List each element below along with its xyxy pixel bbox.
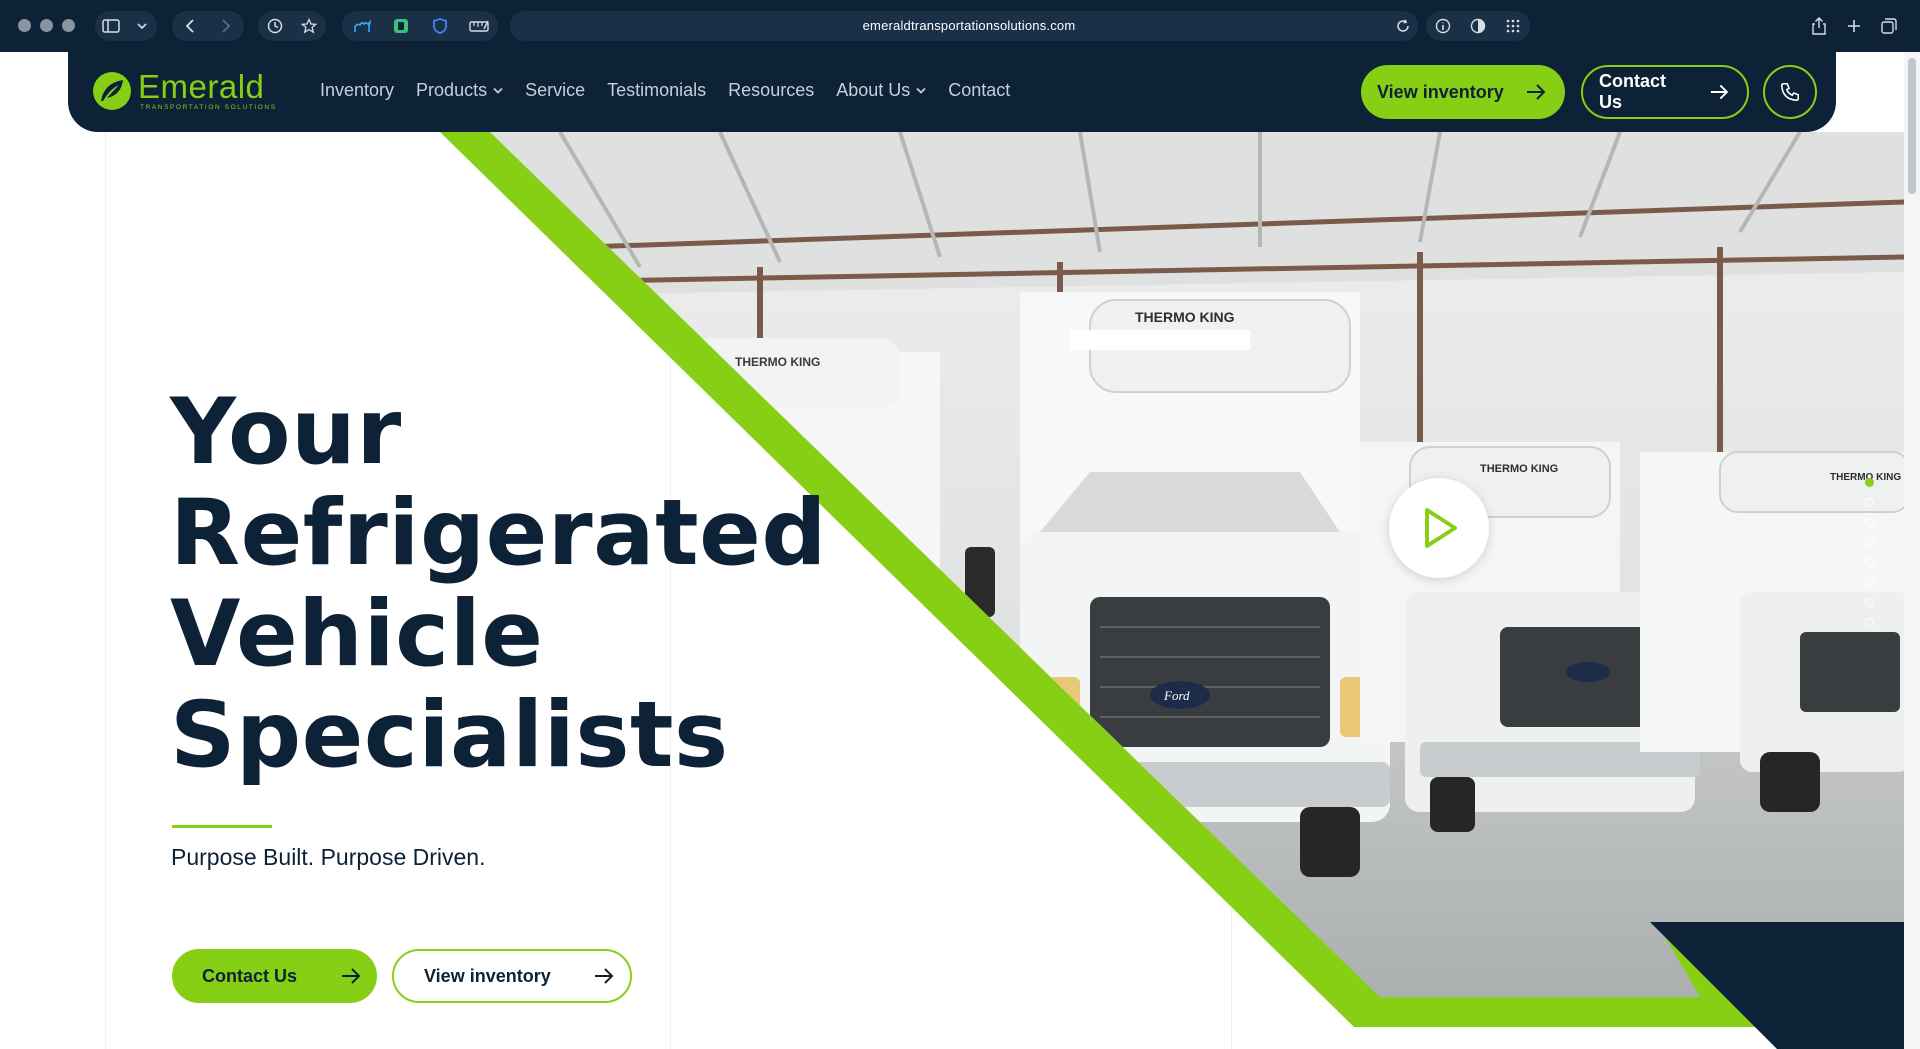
- slide-indicator: [1865, 478, 1874, 627]
- logo-text: Emerald TRANSPORTATION SOLUTIONS: [138, 70, 277, 111]
- extensions-group: [342, 11, 498, 41]
- arrow-right-icon: [1711, 84, 1729, 100]
- back-arrow-icon[interactable]: [177, 13, 203, 39]
- slide-dot[interactable]: [1865, 538, 1874, 547]
- page-scrollbar[interactable]: [1904, 52, 1920, 1049]
- browser-toolbar: A A emeraldtransportationsolutions.com: [0, 0, 1920, 52]
- star-icon[interactable]: [296, 13, 322, 39]
- contrast-icon[interactable]: [1465, 13, 1491, 39]
- close-window-button[interactable]: [18, 19, 31, 32]
- chevron-down-icon[interactable]: [129, 13, 155, 39]
- headline-line: Refrigerated: [170, 481, 827, 586]
- camel-extension-icon[interactable]: [349, 13, 375, 39]
- play-icon: [1425, 508, 1457, 548]
- page-tools-group: [1426, 11, 1530, 41]
- button-label: Contact Us: [202, 965, 298, 986]
- main-menu: Inventory Products Service Testimonials …: [320, 80, 1010, 101]
- scroll-thumb[interactable]: [1908, 58, 1916, 194]
- slide-dot[interactable]: [1865, 518, 1874, 527]
- reload-icon[interactable]: [1390, 13, 1416, 39]
- menu-item-contact[interactable]: Contact: [948, 80, 1010, 101]
- truck-unit-label: THERMO KING: [1480, 463, 1558, 475]
- menu-item-label: About Us: [836, 80, 911, 100]
- share-icon[interactable]: [1806, 13, 1832, 39]
- button-label: View inventory: [1377, 81, 1504, 102]
- arrow-right-icon: [342, 968, 361, 984]
- web-page: THERMO KING THERMO KING Ford THERMO KING…: [0, 52, 1904, 1049]
- header-contact-us-button[interactable]: Contact Us: [1581, 65, 1749, 119]
- sidebar-icon[interactable]: [98, 13, 124, 39]
- ruler-extension-icon[interactable]: [466, 13, 492, 39]
- phone-button[interactable]: [1763, 65, 1817, 119]
- slide-dot[interactable]: [1865, 558, 1874, 567]
- menu-item-label: Inventory: [320, 80, 395, 100]
- hero-tagline: Purpose Built. Purpose Driven.: [171, 844, 486, 870]
- tab-overview-icon[interactable]: [1876, 13, 1902, 39]
- play-video-button[interactable]: [1389, 478, 1489, 578]
- button-label: Contact Us: [1599, 71, 1666, 112]
- slide-dot[interactable]: [1865, 478, 1874, 487]
- green-extension-icon[interactable]: [388, 13, 414, 39]
- headline-divider: [172, 825, 272, 828]
- header-view-inventory-button[interactable]: View inventory: [1361, 65, 1565, 119]
- chevron-down-icon: [493, 87, 503, 94]
- menu-item-about-us[interactable]: About Us: [836, 80, 926, 101]
- menu-item-label: Resources: [728, 80, 815, 100]
- button-label: View inventory: [424, 965, 551, 986]
- new-tab-plus-icon[interactable]: [1841, 13, 1867, 39]
- hero-view-inventory-button[interactable]: View inventory: [392, 949, 632, 1003]
- minimize-window-button[interactable]: [40, 19, 53, 32]
- slide-dot[interactable]: [1865, 618, 1874, 627]
- forward-arrow-icon[interactable]: [213, 13, 239, 39]
- menu-item-inventory[interactable]: Inventory: [320, 80, 394, 101]
- window-controls: [18, 19, 75, 32]
- logo-name: Emerald: [138, 68, 265, 105]
- headline-line: Vehicle: [170, 582, 544, 687]
- info-icon[interactable]: [1430, 13, 1456, 39]
- logo[interactable]: Emerald TRANSPORTATION SOLUTIONS: [92, 70, 277, 111]
- truck-unit-label: THERMO KING: [1135, 309, 1235, 325]
- grid-icon[interactable]: [1500, 13, 1526, 39]
- slide-dot[interactable]: [1865, 498, 1874, 507]
- headline-line: Specialists: [170, 683, 729, 788]
- truck-unit-label: THERMO KING: [735, 355, 820, 369]
- arrow-right-icon: [595, 968, 614, 984]
- slide-dot[interactable]: [1865, 598, 1874, 607]
- sidebar-toggle-group: [95, 11, 157, 41]
- hero-headline: Your Refrigerated Vehicle Specialists: [170, 382, 827, 786]
- slide-dot[interactable]: [1865, 578, 1874, 587]
- menu-item-label: Testimonials: [607, 80, 707, 100]
- headline-line: Your: [170, 380, 402, 485]
- site-header: Emerald TRANSPORTATION SOLUTIONS Invento…: [68, 52, 1836, 132]
- history-bookmark-group: [258, 11, 326, 41]
- logo-subtitle: TRANSPORTATION SOLUTIONS: [140, 104, 277, 111]
- menu-item-service[interactable]: Service: [525, 80, 585, 101]
- menu-item-products[interactable]: Products: [416, 80, 503, 101]
- address-bar[interactable]: emeraldtransportationsolutions.com: [520, 11, 1418, 41]
- phone-icon: [1780, 82, 1800, 102]
- menu-item-resources[interactable]: Resources: [728, 80, 814, 101]
- menu-item-label: Products: [416, 80, 488, 100]
- hero-contact-us-button[interactable]: Contact Us: [172, 949, 377, 1003]
- zoom-window-button[interactable]: [62, 19, 75, 32]
- chevron-down-icon: [916, 87, 926, 94]
- history-nav-group: [172, 11, 244, 41]
- url-text: emeraldtransportationsolutions.com: [862, 18, 1076, 33]
- menu-item-label: Contact: [948, 80, 1011, 100]
- leaf-logo-icon: [93, 71, 131, 110]
- ford-badge: Ford: [1163, 688, 1190, 703]
- arrow-right-icon: [1526, 84, 1546, 100]
- menu-item-label: Service: [525, 80, 586, 100]
- history-clock-icon[interactable]: [262, 13, 288, 39]
- menu-item-testimonials[interactable]: Testimonials: [607, 80, 706, 101]
- shield-extension-icon[interactable]: [427, 13, 453, 39]
